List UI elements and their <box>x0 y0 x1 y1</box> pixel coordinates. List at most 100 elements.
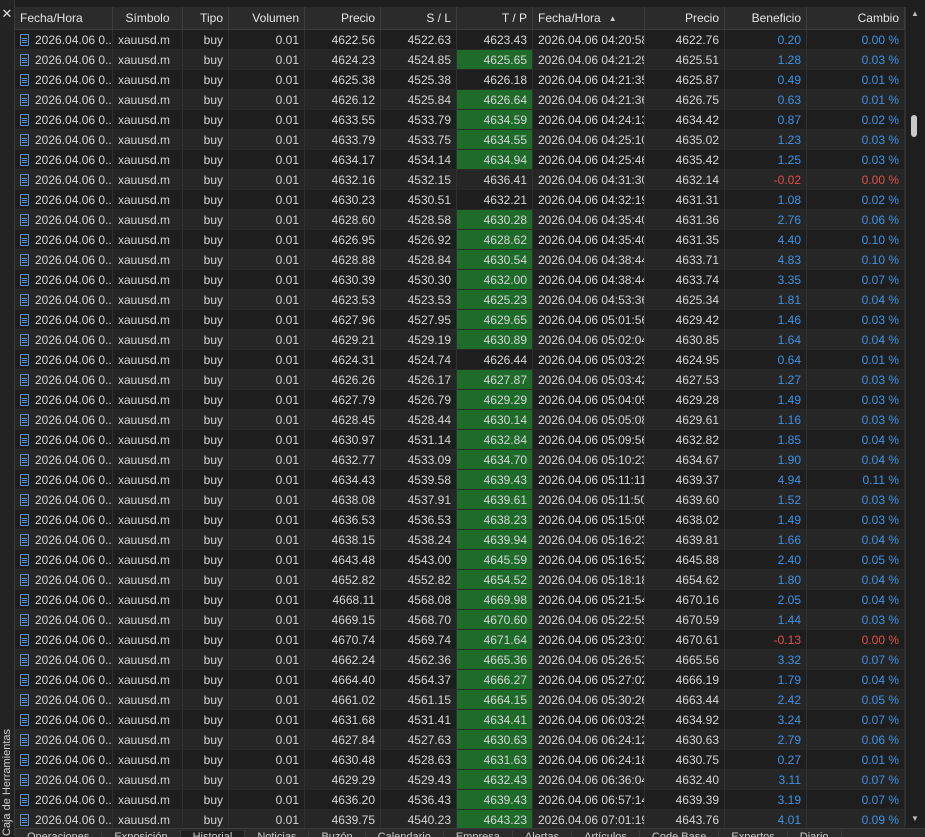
table-row[interactable]: 2026.04.06 0... xauusd.m buy 0.01 4629.29 452… <box>15 770 905 790</box>
tab-item[interactable]: Operaciones <box>15 831 103 837</box>
cell-text: 0.03 % <box>861 152 899 167</box>
table-row[interactable]: 2026.04.06 0... xauusd.m buy 0.01 4630.97 453… <box>15 430 905 450</box>
cell-text: 0.01 <box>275 812 299 827</box>
table-row[interactable]: 2026.04.06 0... xauusd.m buy 0.01 4632.16 453… <box>15 170 905 190</box>
table-row[interactable]: 2026.04.06 0... xauusd.m buy 0.01 4626.95 452… <box>15 230 905 250</box>
vertical-scrollbar[interactable]: ▲ ▼ <box>905 7 924 825</box>
table-row[interactable]: 2026.04.06 0... xauusd.m buy 0.01 4652.82 455… <box>15 570 905 590</box>
table-row[interactable]: 2026.04.06 0... xauusd.m buy 0.01 4624.31 452… <box>15 350 905 370</box>
table-row[interactable]: 2026.04.06 0... xauusd.m buy 0.01 4668.11 456… <box>15 590 905 610</box>
table-row[interactable]: 2026.04.06 0... xauusd.m buy 0.01 4627.79 452… <box>15 390 905 410</box>
column-header[interactable]: T / P <box>457 7 533 29</box>
table-row[interactable]: 2026.04.06 0... xauusd.m buy 0.01 4670.74 456… <box>15 630 905 650</box>
close-icon[interactable]: ✕ <box>0 4 14 24</box>
table-cell: 2.42 <box>725 690 807 710</box>
tab-item[interactable]: Artículos <box>572 831 640 837</box>
table-row[interactable]: 2026.04.06 0... xauusd.m buy 0.01 4626.12 452… <box>15 90 905 110</box>
column-header[interactable]: Volumen <box>229 7 305 29</box>
table-row[interactable]: 2026.04.06 0... xauusd.m buy 0.01 4636.20 453… <box>15 790 905 810</box>
cell-text: 2026.04.06 05:10:23 <box>538 452 645 467</box>
table-cell: buy <box>183 410 229 430</box>
column-header[interactable]: Tipo <box>183 7 229 29</box>
table-cell: 0.01 % <box>807 750 905 770</box>
table-cell: 4654.62 <box>645 570 725 590</box>
table-row[interactable]: 2026.04.06 0... xauusd.m buy 0.01 4643.48 454… <box>15 550 905 570</box>
scroll-thumb[interactable] <box>911 115 917 137</box>
column-header[interactable]: Símbolo <box>113 7 183 29</box>
table-row[interactable]: 2026.04.06 0... xauusd.m buy 0.01 4662.24 456… <box>15 650 905 670</box>
column-header[interactable]: Fecha/Hora ▲ <box>533 7 645 29</box>
table-row[interactable]: 2026.04.06 0... xauusd.m buy 0.01 4633.55 453… <box>15 110 905 130</box>
cell-text: buy <box>203 432 223 447</box>
column-header[interactable]: Fecha/Hora <box>15 7 113 29</box>
table-cell: 0.05 % <box>807 690 905 710</box>
column-header[interactable]: Cambio <box>807 7 905 29</box>
table-cell: 4524.74 <box>381 350 457 370</box>
table-row[interactable]: 2026.04.06 0... xauusd.m buy 0.01 4627.84 452… <box>15 730 905 750</box>
table-row[interactable]: 2026.04.06 0... xauusd.m buy 0.01 4628.88 452… <box>15 250 905 270</box>
table-row[interactable]: 2026.04.06 0... xauusd.m buy 0.01 4630.48 452… <box>15 750 905 770</box>
deal-document-icon <box>20 513 29 526</box>
table-cell: 0.01 <box>229 730 305 750</box>
table-row[interactable]: 2026.04.06 0... xauusd.m buy 0.01 4624.23 452… <box>15 50 905 70</box>
table-row[interactable]: 2026.04.06 0... xauusd.m buy 0.01 4622.56 452… <box>15 30 905 50</box>
table-row[interactable]: 2026.04.06 0... xauusd.m buy 0.01 4634.17 453… <box>15 150 905 170</box>
tab-item[interactable]: Exposición <box>102 831 181 837</box>
cell-text: 2026.04.06 06:36:04 <box>538 772 645 787</box>
table-cell: 2026.04.06 05:11:11 <box>533 470 645 490</box>
table-row[interactable]: 2026.04.06 0... xauusd.m buy 0.01 4627.96 452… <box>15 310 905 330</box>
table-row[interactable]: 2026.04.06 0... xauusd.m buy 0.01 4628.60 452… <box>15 210 905 230</box>
tab-item[interactable]: Expertos <box>719 831 788 837</box>
table-row[interactable]: 2026.04.06 0... xauusd.m buy 0.01 4631.68 453… <box>15 710 905 730</box>
tab-item[interactable]: Buzón <box>309 831 366 837</box>
cell-text: 4528.84 <box>407 252 451 267</box>
table-cell: buy <box>183 550 229 570</box>
table-row[interactable]: 2026.04.06 0... xauusd.m buy 0.01 4634.43 453… <box>15 470 905 490</box>
table-cell: buy <box>183 470 229 490</box>
table-row[interactable]: 2026.04.06 0... xauusd.m buy 0.01 4661.02 456… <box>15 690 905 710</box>
table-row[interactable]: 2026.04.06 0... xauusd.m buy 0.01 4625.38 452… <box>15 70 905 90</box>
table-row[interactable]: 2026.04.06 0... xauusd.m buy 0.01 4628.45 452… <box>15 410 905 430</box>
table-row[interactable]: 2026.04.06 0... xauusd.m buy 0.01 4623.53 452… <box>15 290 905 310</box>
table-row[interactable]: 2026.04.06 0... xauusd.m buy 0.01 4638.15 453… <box>15 530 905 550</box>
cell-text: 4632.84 <box>483 432 527 447</box>
column-header[interactable]: S / L <box>381 7 457 29</box>
tab-item[interactable]: Diario <box>788 831 842 837</box>
table-row[interactable]: 2026.04.06 0... xauusd.m buy 0.01 4626.26 452… <box>15 370 905 390</box>
table-row[interactable]: 2026.04.06 0... xauusd.m buy 0.01 4664.40 456… <box>15 670 905 690</box>
table-row[interactable]: 2026.04.06 0... xauusd.m buy 0.01 4633.79 453… <box>15 130 905 150</box>
tab-item[interactable]: Calendario <box>366 831 444 837</box>
scroll-down-icon[interactable]: ▼ <box>911 814 919 823</box>
column-header-label: Fecha/Hora <box>538 11 601 25</box>
table-cell: xauusd.m <box>113 230 183 250</box>
tab-item[interactable]: Alertas <box>513 831 573 837</box>
table-cell: 2026.04.06 05:03:29 <box>533 350 645 370</box>
table-row[interactable]: 2026.04.06 0... xauusd.m buy 0.01 4639.75 454… <box>15 810 905 830</box>
table-cell: 0.07 % <box>807 790 905 810</box>
cell-text: 2026.04.06 05:23:01 <box>538 632 645 647</box>
table-row[interactable]: 2026.04.06 0... xauusd.m buy 0.01 4638.08 453… <box>15 490 905 510</box>
cell-text: 2026.04.06 05:09:56 <box>538 432 645 447</box>
table-cell: 0.03 % <box>807 510 905 530</box>
table-cell: 0.01 <box>229 130 305 150</box>
cell-text: 1.79 <box>777 672 801 687</box>
table-row[interactable]: 2026.04.06 0... xauusd.m buy 0.01 4669.15 456… <box>15 610 905 630</box>
tab-item[interactable]: Empresa <box>444 831 513 837</box>
column-header[interactable]: Precio <box>305 7 381 29</box>
table-row[interactable]: 2026.04.06 0... xauusd.m buy 0.01 4630.23 453… <box>15 190 905 210</box>
column-header[interactable]: Beneficio <box>725 7 807 29</box>
table-cell: xauusd.m <box>113 170 183 190</box>
table-cell: 4668.11 <box>305 590 381 610</box>
table-row[interactable]: 2026.04.06 0... xauusd.m buy 0.01 4636.53 453… <box>15 510 905 530</box>
table-row[interactable]: 2026.04.06 0... xauusd.m buy 0.01 4630.39 453… <box>15 270 905 290</box>
table-row[interactable]: 2026.04.06 0... xauusd.m buy 0.01 4632.77 453… <box>15 450 905 470</box>
tab-item[interactable]: Historial <box>180 831 246 837</box>
scroll-up-icon[interactable]: ▲ <box>911 9 919 18</box>
column-header-label: Precio <box>340 11 375 25</box>
column-header[interactable]: Precio <box>645 7 725 29</box>
tab-item[interactable]: Code Base <box>640 831 720 837</box>
cell-text: buy <box>203 472 223 487</box>
table-row[interactable]: 2026.04.06 0... xauusd.m buy 0.01 4629.21 452… <box>15 330 905 350</box>
tab-item[interactable]: Noticias <box>245 831 310 837</box>
cell-text: buy <box>203 492 223 507</box>
